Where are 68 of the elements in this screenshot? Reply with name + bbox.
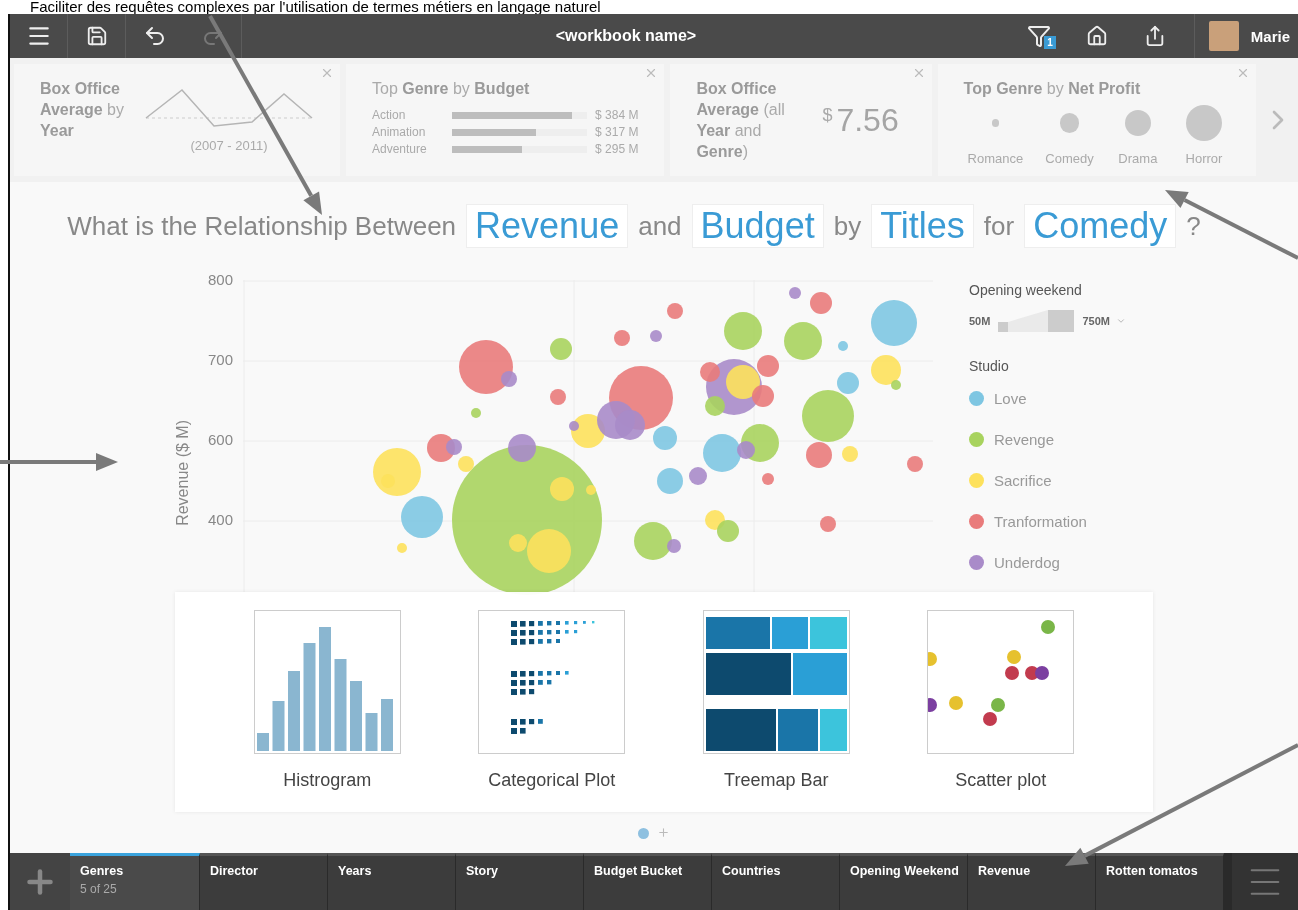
query-text: by bbox=[833, 210, 862, 242]
attribute-tab[interactable]: Budget Bucket bbox=[584, 853, 712, 910]
legend-label: Revenge bbox=[994, 431, 1055, 448]
size-max-label: 750M bbox=[1082, 315, 1110, 327]
size-min-label: 50M bbox=[969, 315, 991, 327]
legend-label: Sacrifice bbox=[994, 472, 1052, 489]
close-button[interactable] bbox=[320, 66, 334, 80]
legend-label: Love bbox=[994, 390, 1027, 407]
query-text: What is the Relationship Between bbox=[67, 210, 457, 242]
attribute-tab[interactable]: Opening Weekend bbox=[840, 853, 968, 910]
filter-count-badge: 1 bbox=[1044, 36, 1056, 49]
chevron-down-icon bbox=[1115, 316, 1126, 326]
chart-type-option[interactable]: Histrogram bbox=[253, 610, 401, 812]
tab-count: 5 of 25 bbox=[80, 882, 117, 896]
bubble-label: Comedy bbox=[1045, 151, 1094, 166]
chart-type-option[interactable]: Treemap Bar bbox=[702, 610, 850, 812]
attribute-tab[interactable]: Countries bbox=[712, 853, 840, 910]
add-page-icon[interactable] bbox=[657, 826, 670, 839]
bar-value: $ 317 M bbox=[595, 124, 639, 141]
menu-button[interactable] bbox=[1224, 853, 1298, 910]
legend-title: Studio bbox=[969, 358, 1010, 374]
bar-value: $ 295 M bbox=[595, 141, 639, 158]
page-dot[interactable] bbox=[638, 828, 649, 839]
add-button[interactable] bbox=[10, 853, 70, 910]
undo-icon bbox=[143, 24, 167, 48]
chart-type-option[interactable]: Scatter plot bbox=[927, 610, 1075, 812]
kpi-value: 7.56 bbox=[836, 102, 899, 139]
attribute-tab[interactable]: Revenue bbox=[968, 853, 1096, 910]
y-tick-label: 800 bbox=[207, 272, 233, 290]
bubble-label: Horror bbox=[1185, 151, 1223, 166]
bar-label: Adventure bbox=[372, 141, 428, 158]
home-icon bbox=[1085, 25, 1108, 47]
legend-label: Underdog bbox=[994, 554, 1060, 571]
query-text: for bbox=[983, 210, 1015, 242]
bar-value: $ 384 M bbox=[595, 107, 639, 124]
legend-label: Tranformation bbox=[994, 513, 1087, 530]
bar-label: Animation bbox=[372, 124, 427, 141]
attribute-tab[interactable]: Rotten tomatos bbox=[1096, 853, 1224, 910]
bar-label: Action bbox=[372, 107, 407, 124]
close-button[interactable] bbox=[1236, 66, 1250, 80]
close-icon bbox=[320, 66, 334, 80]
currency-symbol: $ bbox=[822, 105, 833, 126]
bubble-label: Drama bbox=[1118, 151, 1158, 166]
attribute-tab[interactable]: Years bbox=[328, 853, 456, 910]
workbook-title: <workbook name> bbox=[555, 27, 697, 45]
bubble-label: Romance bbox=[967, 151, 1024, 166]
card-title: Box Office Average (all Year and Genre) bbox=[696, 79, 786, 162]
save-icon bbox=[85, 25, 108, 47]
query-text: and bbox=[638, 210, 682, 242]
card-title: Box Office Average by Year bbox=[40, 79, 125, 141]
close-icon bbox=[1236, 66, 1250, 80]
filter-icon bbox=[1026, 24, 1051, 48]
y-tick-label: 400 bbox=[207, 512, 233, 530]
card-title: Top Genre by Net Profit bbox=[963, 79, 1142, 99]
attribute-tab[interactable]: Director bbox=[200, 853, 328, 910]
query-text: ? bbox=[1186, 210, 1201, 242]
y-axis-label: Revenue ($ M) bbox=[173, 420, 192, 526]
legend-title: Opening weekend bbox=[969, 282, 1083, 298]
card-title: Top Genre by Budget bbox=[372, 79, 531, 99]
attribute-tab[interactable]: Story bbox=[456, 853, 584, 910]
chart-type-option[interactable]: Categorical Plot bbox=[478, 610, 626, 812]
avatar-placeholder bbox=[1208, 21, 1239, 51]
date-range-text: (2007 - 2011) bbox=[190, 138, 268, 153]
y-tick-label: 700 bbox=[207, 352, 233, 370]
y-tick-label: 600 bbox=[207, 432, 233, 450]
user-name: Marie bbox=[1250, 27, 1290, 45]
caption-text: Faciliter des requêtes complexes par l'utilisation de termes métiers en langage naturel bbox=[29, 0, 602, 14]
attribute-tab[interactable]: Genres 5 of 25 bbox=[70, 853, 200, 910]
